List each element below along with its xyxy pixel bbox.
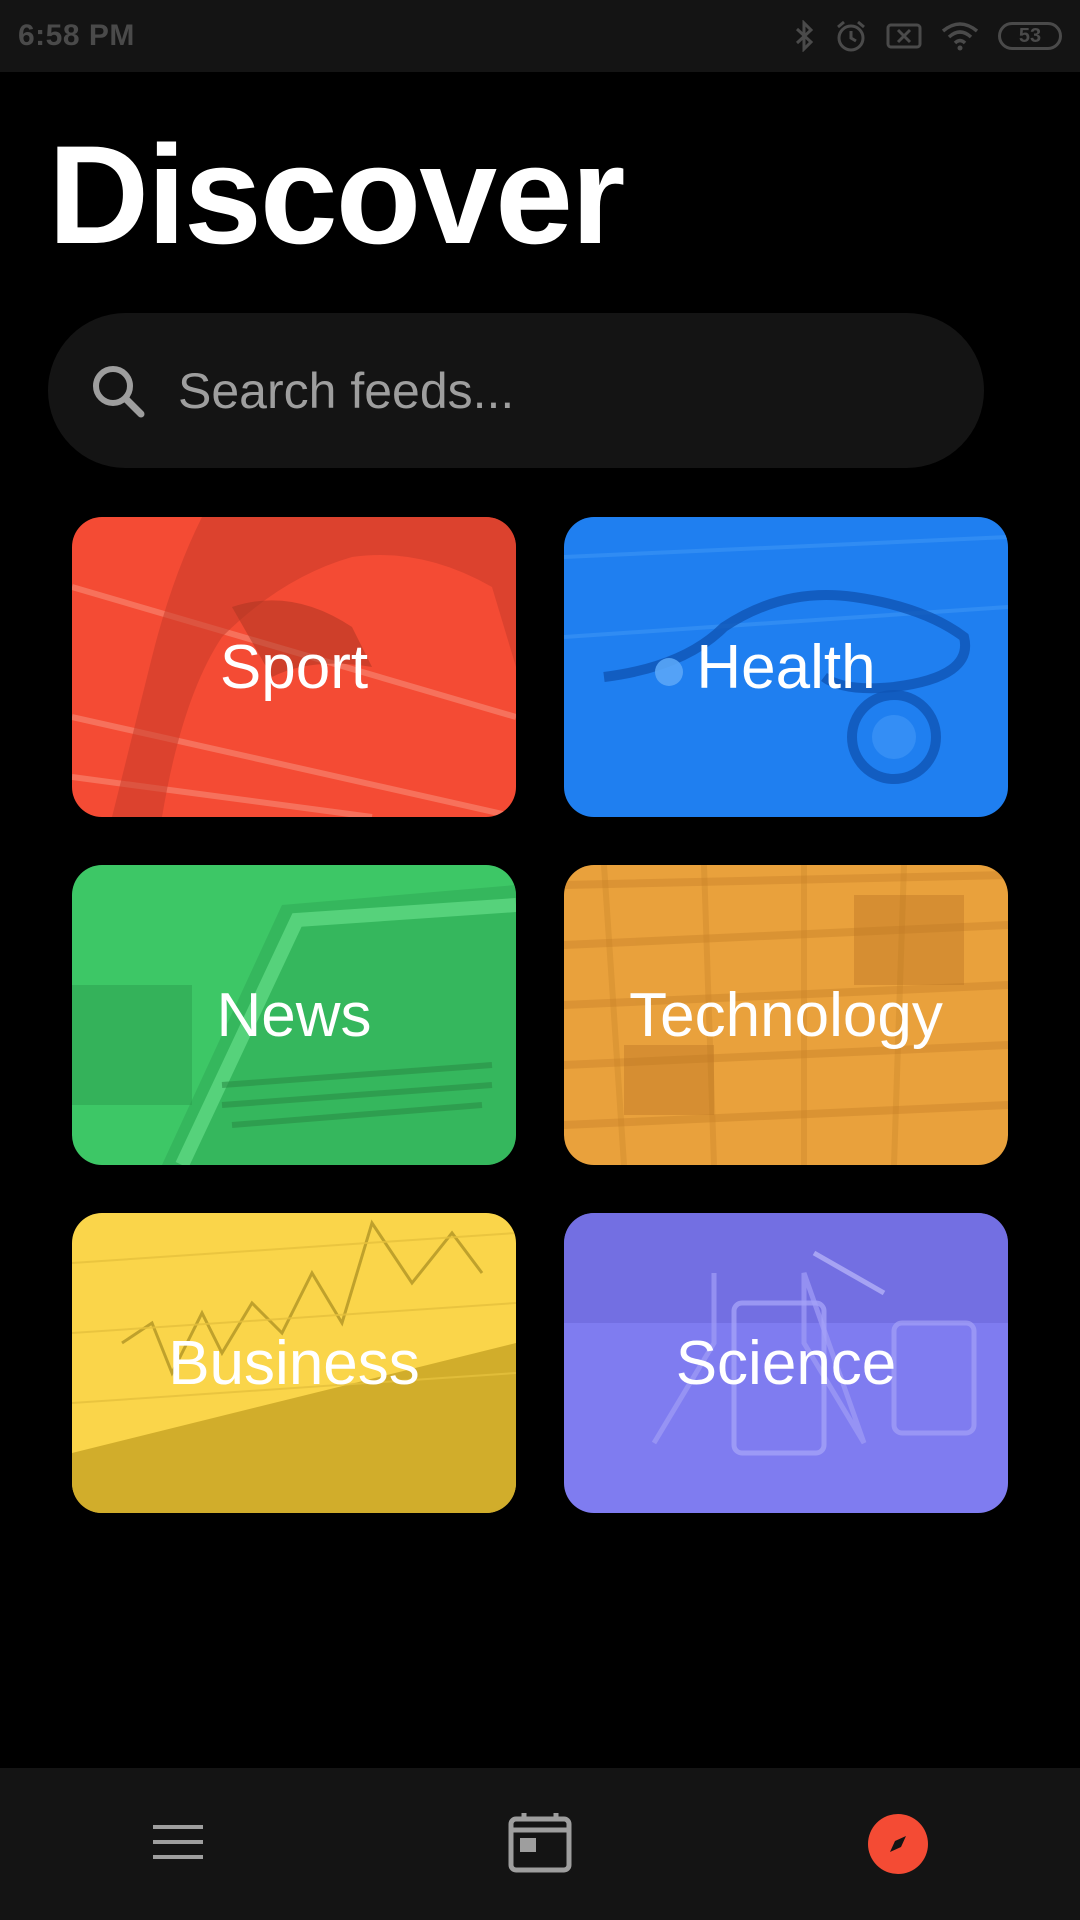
category-label: Health: [696, 632, 876, 702]
status-time: 6:58 PM: [18, 19, 135, 52]
nav-feed-button[interactable]: [498, 1802, 582, 1886]
hamburger-menu-icon: [151, 1824, 205, 1865]
category-card-business[interactable]: Business: [72, 1213, 516, 1513]
category-card-sport[interactable]: Sport: [72, 517, 516, 817]
feed-icon: [508, 1811, 572, 1878]
category-card-science[interactable]: Science: [564, 1213, 1008, 1513]
wifi-icon: [940, 20, 980, 52]
bottom-navigation: [0, 1768, 1080, 1920]
category-card-technology[interactable]: Technology: [564, 865, 1008, 1165]
status-icons: 53: [794, 19, 1062, 53]
search-icon: [88, 361, 148, 421]
category-card-news[interactable]: News: [72, 865, 516, 1165]
bluetooth-icon: [794, 20, 816, 52]
compass-icon: [868, 1814, 928, 1874]
category-grid: Sport Health News Technology Business Sc…: [72, 517, 1008, 1513]
category-card-health[interactable]: Health: [564, 517, 1008, 817]
battery-indicator: 53: [998, 22, 1062, 50]
battery-level: 53: [1018, 24, 1042, 47]
category-label: Science: [675, 1328, 897, 1398]
category-label: Technology: [629, 980, 943, 1050]
status-bar: 6:58 PM 53: [0, 0, 1080, 72]
search-bar[interactable]: [48, 313, 984, 468]
page-title: Discover: [48, 116, 625, 273]
nav-menu-button[interactable]: [136, 1802, 220, 1886]
nav-discover-button[interactable]: [856, 1802, 940, 1886]
no-sim-icon: [886, 22, 922, 50]
category-label: News: [216, 980, 372, 1050]
alarm-icon: [834, 19, 868, 53]
category-label: Business: [168, 1328, 420, 1398]
search-input[interactable]: [176, 360, 900, 421]
category-label: Sport: [219, 632, 369, 702]
